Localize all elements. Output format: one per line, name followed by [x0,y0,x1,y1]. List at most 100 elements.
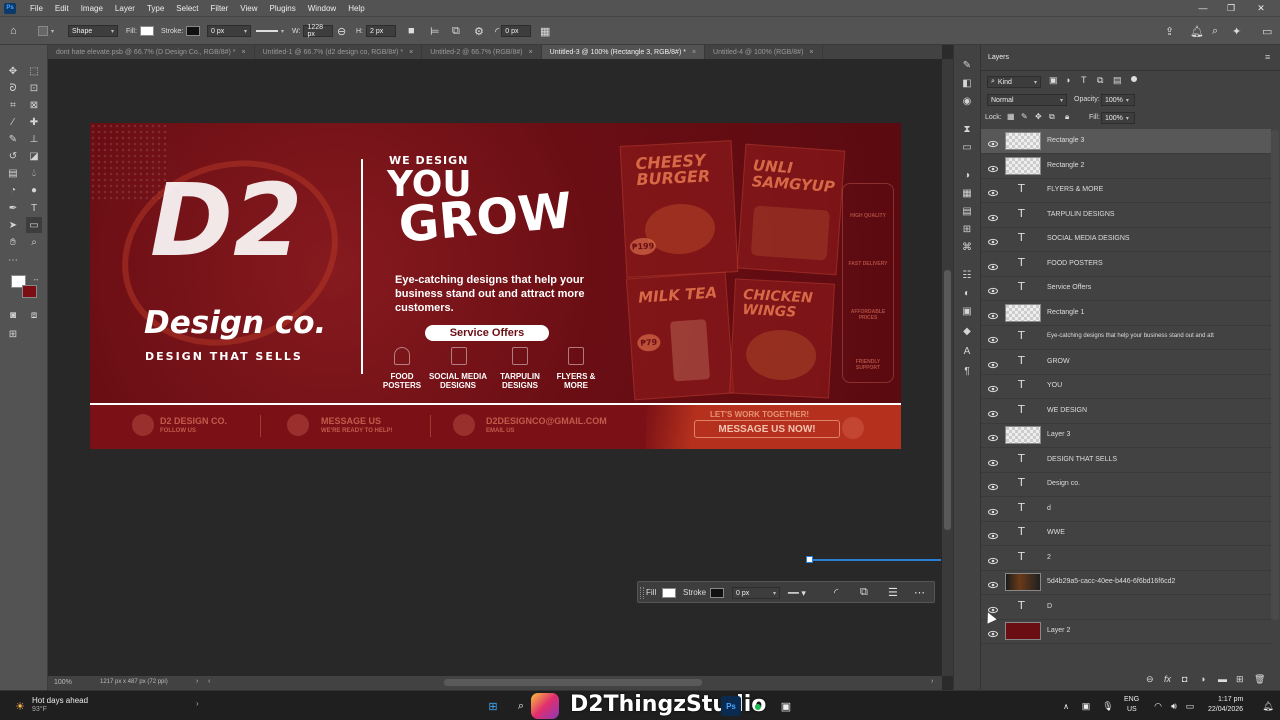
layer-thumbnail-fill[interactable] [1005,622,1041,640]
menu-type[interactable]: Type [141,4,170,13]
battery-icon[interactable]: ▭ [1182,698,1198,714]
document-canvas[interactable]: D2 Design co. DESIGN THAT SELLS WE DESIG… [90,123,901,449]
history-icon[interactable]: ⧗ [959,121,975,137]
gradient-tool-icon[interactable]: ▤ [5,165,21,181]
screen-mode-icon[interactable]: ⧈ [26,307,42,323]
corner-icon[interactable]: ◜ [834,586,838,599]
filter-kind-select[interactable]: ⌕ Kind ▾ [987,76,1041,88]
layer-thumbnail[interactable] [1005,426,1041,444]
layer-style-icon[interactable]: fx [1164,674,1171,684]
filter-smart-object-icon[interactable]: ▤ [1113,75,1122,86]
lock-all-icon[interactable]: 🔒︎ [1065,112,1069,122]
tray-chevron-icon[interactable]: ∧ [1058,698,1074,714]
fill-swatch[interactable] [139,26,154,36]
layer-name[interactable]: YOU [1047,382,1062,389]
height-value[interactable]: 2 px [366,25,396,37]
menu-help[interactable]: Help [342,4,370,13]
more-options-icon[interactable]: ⋯ [914,586,925,599]
layer-name[interactable]: d [1047,505,1051,512]
layer-row[interactable]: TD [981,595,1271,620]
selected-rectangle-path[interactable] [810,559,941,561]
eye-icon[interactable] [988,332,998,344]
eye-icon[interactable] [988,626,998,638]
tool-preset-picker[interactable]: ▾ [38,24,54,38]
tab-document-active[interactable]: Untitled-3 @ 100% (Rectangle 3, RGB/8#) … [541,45,706,59]
adjustments-icon[interactable]: ◑ [959,167,975,183]
layers-scrollbar[interactable] [1271,130,1279,620]
tray-app-icon[interactable]: ▣ [1078,698,1094,714]
app-icon[interactable]: ▣ [778,698,794,714]
fill-swatch[interactable] [662,588,676,598]
layer-name[interactable]: Rectangle 1 [1047,309,1084,316]
path-operations-icon[interactable]: ■ [408,24,415,38]
eye-icon[interactable] [988,283,998,295]
tool-mode-select[interactable]: Shape ▾ [68,24,118,38]
layer-name[interactable]: WWE [1047,529,1065,536]
eye-icon[interactable] [988,161,998,172]
search-icon[interactable]: ⌕ [1212,24,1218,38]
layer-name[interactable]: 2 [1047,554,1051,561]
close-icon[interactable]: × [809,49,813,56]
close-icon[interactable]: × [692,49,696,56]
path-alignment-icon[interactable]: ⊨ [430,24,440,38]
menu-view[interactable]: View [234,4,263,13]
layer-comps-icon[interactable]: ▣ [959,303,975,319]
fill-opacity-field[interactable]: 100% ▾ [1101,112,1135,124]
path-selection-tool-icon[interactable]: ➤ [5,217,21,233]
hand-tool-icon[interactable]: ✋︎ [5,234,21,250]
stroke-type-select[interactable]: ▾ [256,24,284,38]
channels-icon[interactable]: ◐ [959,285,975,301]
lasso-tool-icon[interactable]: ᘐ [5,80,21,96]
menu-edit[interactable]: Edit [49,4,75,13]
blur-tool-icon[interactable]: 💧︎ [26,165,42,181]
marquee-tool-icon[interactable]: ⬚ [26,63,42,79]
add-mask-icon[interactable]: ◘ [1182,674,1187,684]
microphone-icon[interactable]: 🎙︎ [1100,698,1116,714]
eye-icon[interactable] [988,553,998,564]
volume-icon[interactable]: 🔊︎ [1166,698,1182,714]
spotify-icon[interactable]: ● [750,698,766,714]
layer-name[interactable]: WE DESIGN [1047,407,1087,414]
filter-type-icon[interactable]: T [1081,75,1087,85]
close-icon[interactable]: × [529,49,533,56]
home-icon[interactable]: ⌂ [10,24,17,38]
history-brush-tool-icon[interactable]: ↺ [5,148,21,164]
eraser-tool-icon[interactable]: ◪ [26,148,42,164]
width-value[interactable]: 1228 px [303,24,334,38]
layer-row[interactable]: T FOOD POSTERS [981,252,1271,277]
link-icon[interactable]: ⊖ [337,24,346,38]
gear-icon[interactable]: ⚙ [474,24,484,38]
layer-row[interactable]: T2 [981,546,1271,571]
close-icon[interactable]: × [409,49,413,56]
maximize-icon[interactable]: ❐ [1218,0,1244,16]
edit-toolbar-icon[interactable]: ⊞ [5,326,21,342]
tab-document[interactable]: Untitled-2 @ 66.7% (RGB/8#) × [422,45,542,59]
move-tool-icon[interactable]: ✥ [5,63,21,79]
fill-control[interactable]: Fill: [126,24,154,38]
layer-name[interactable]: SOCIAL MEDIA DESIGNS [1047,235,1130,242]
path-arrangement-icon[interactable]: ⧉ [452,24,460,38]
layer-name[interactable]: Eye-catching designs that help your busi… [1047,333,1214,339]
wifi-icon[interactable]: ◠ [1150,698,1166,714]
eye-icon[interactable] [988,136,998,148]
eye-icon[interactable] [988,528,998,540]
menu-window[interactable]: Window [302,4,342,13]
layer-name[interactable]: GROW [1047,358,1070,365]
filter-shape-icon[interactable]: ⧉ [1097,75,1103,86]
layers-icon[interactable]: ◆ [959,323,975,339]
layer-row[interactable]: Layer 2 [981,619,1271,644]
layer-name[interactable]: FLYERS & MORE [1047,186,1103,193]
drag-handle-icon[interactable] [640,587,644,599]
paths-icon[interactable]: ⌘ [959,239,975,255]
windows-start-icon[interactable]: ⊞ [485,698,501,714]
layer-row[interactable]: T WWE [981,521,1271,546]
menu-select[interactable]: Select [170,4,204,13]
eye-icon[interactable] [988,259,998,270]
path-ops-icon[interactable]: ⧉ [860,586,868,599]
type-tool-icon[interactable]: T [26,200,42,216]
object-select-tool-icon[interactable]: ⊡ [26,80,42,96]
layer-row[interactable]: Td [981,497,1271,522]
corner-radius-field[interactable]: ◜ 0 px [495,24,532,38]
more-tools-icon[interactable]: ⋯ [5,252,21,268]
share-icon[interactable]: ⇪ [1165,24,1174,38]
